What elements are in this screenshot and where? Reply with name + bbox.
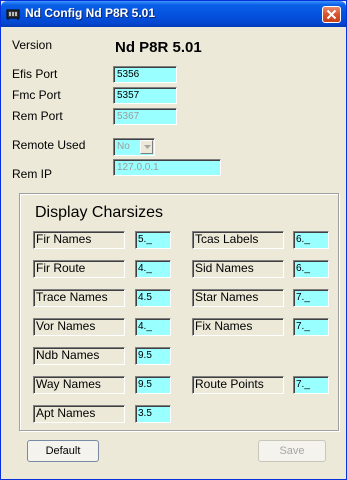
config-window: Nd Config Nd P8R 5.01 Version Nd P8R 5.0… — [0, 0, 347, 480]
fix-names-label: Fix Names — [192, 318, 284, 336]
star-names-field[interactable]: 7._ — [293, 289, 329, 307]
window-title: Nd Config Nd P8R 5.01 — [25, 6, 156, 20]
efis-port-label: Efis Port — [12, 67, 58, 81]
fix-names-field[interactable]: 7._ — [293, 318, 329, 336]
sid-names-field[interactable]: 6._ — [293, 260, 329, 278]
trace-names-field[interactable]: 4.5 — [135, 289, 171, 307]
title-bar[interactable]: Nd Config Nd P8R 5.01 — [1, 1, 346, 27]
fmc-port-label: Fmc Port — [12, 88, 61, 102]
sid-names-label: Sid Names — [192, 260, 284, 278]
charsizes-title: Display Charsizes — [35, 204, 164, 221]
dropdown-button — [140, 140, 153, 154]
remote-used-label: Remote Used — [12, 138, 86, 152]
remote-used-dropdown: No — [113, 138, 155, 156]
fir-names-field[interactable]: 5._ — [135, 231, 171, 249]
fir-route-label: Fir Route — [33, 260, 125, 278]
rem-ip-field: 127.0.0.1 — [113, 159, 221, 176]
rem-ip-label: Rem IP — [12, 167, 53, 181]
star-names-label: Star Names — [192, 289, 284, 307]
default-button[interactable]: Default — [27, 440, 99, 462]
tcas-labels-field[interactable]: 6._ — [293, 231, 329, 249]
version-label: Version — [12, 38, 53, 52]
charsizes-group — [19, 193, 339, 431]
apt-names-field[interactable]: 3.5 — [135, 405, 171, 423]
fmc-port-field[interactable]: 5357 — [113, 87, 177, 104]
way-names-label: Way Names — [33, 376, 125, 394]
ndb-names-label: Ndb Names — [33, 347, 125, 365]
close-button[interactable] — [322, 6, 341, 23]
rem-port-label: Rem Port — [12, 109, 63, 123]
version-value: Nd P8R 5.01 — [115, 39, 202, 56]
ndb-names-field[interactable]: 9.5 — [135, 347, 171, 365]
fir-route-field[interactable]: 4._ — [135, 260, 171, 278]
fir-names-label: Fir Names — [33, 231, 125, 249]
tcas-labels-label: Tcas Labels — [192, 231, 284, 249]
efis-port-field[interactable]: 5356 — [113, 66, 177, 83]
route-points-field[interactable]: 7._ — [293, 376, 329, 394]
way-names-field[interactable]: 9.5 — [135, 376, 171, 394]
apt-names-label: Apt Names — [33, 405, 125, 423]
rem-port-field: 5367 — [113, 108, 177, 125]
save-button: Save — [258, 440, 326, 462]
vor-names-label: Vor Names — [33, 318, 125, 336]
vor-names-field[interactable]: 4._ — [135, 318, 171, 336]
app-icon — [6, 7, 20, 21]
remote-used-value: No — [117, 141, 130, 152]
route-points-label: Route Points — [192, 376, 284, 394]
trace-names-label: Trace Names — [33, 289, 125, 307]
